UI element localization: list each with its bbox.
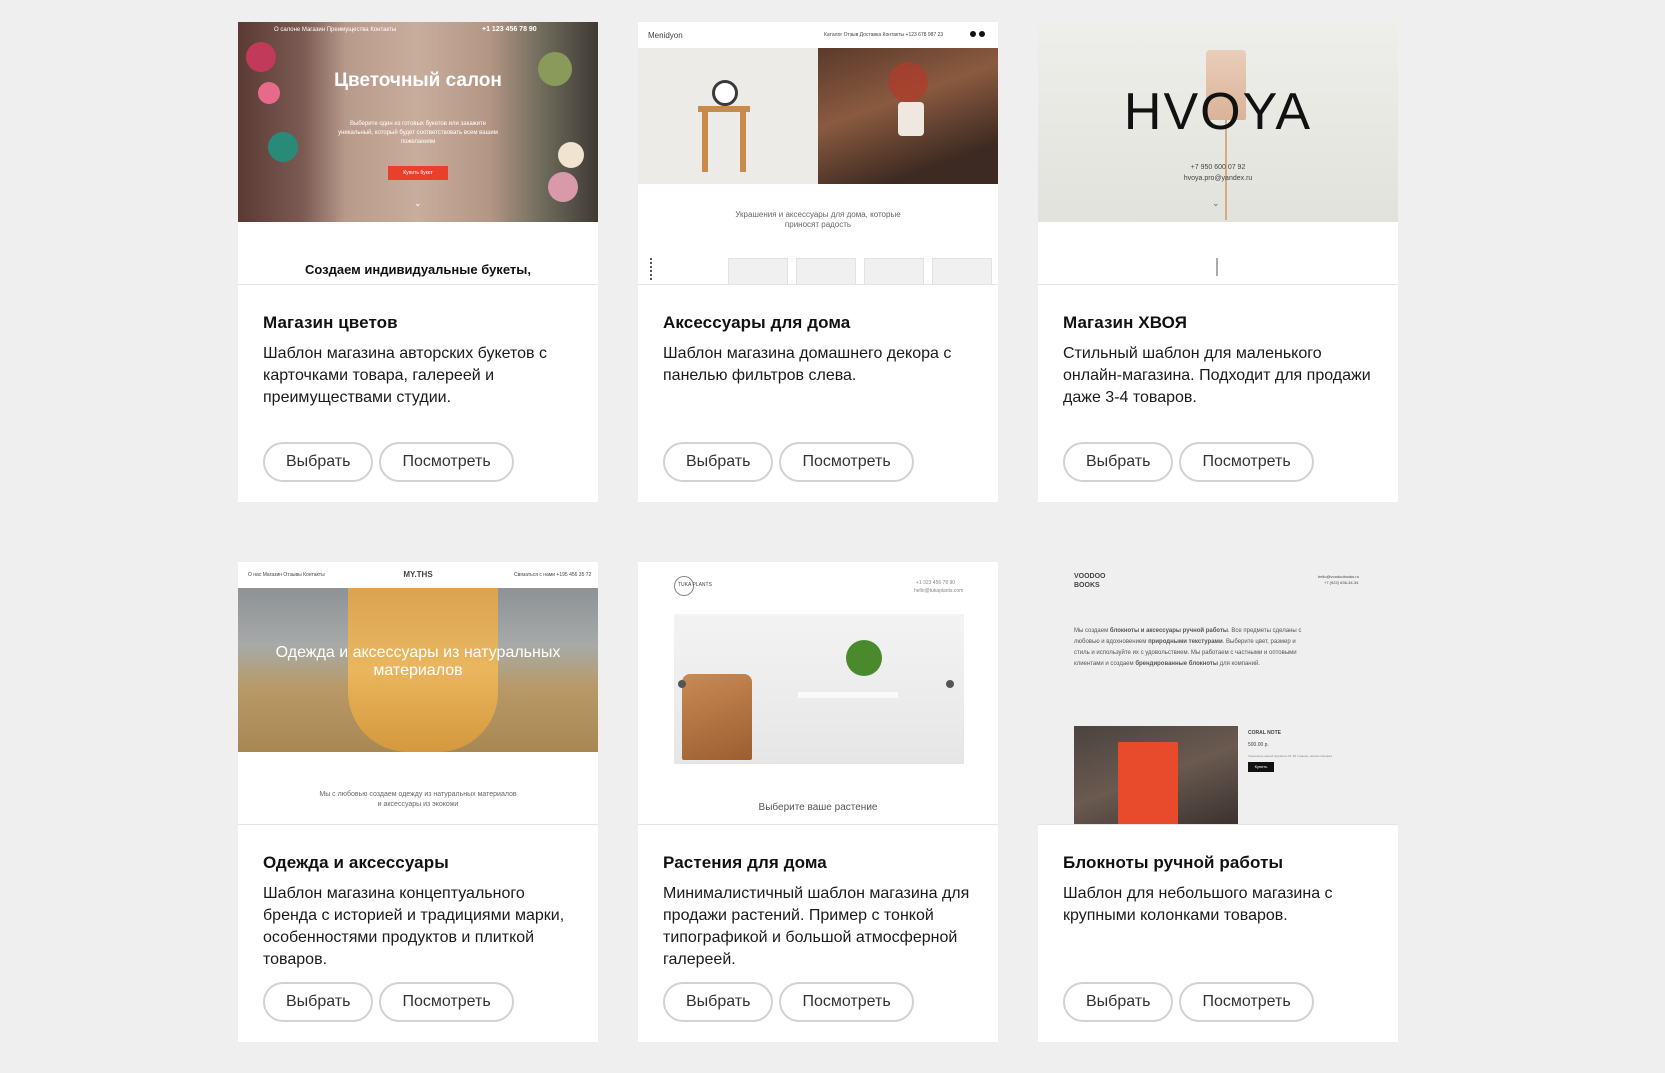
preview-logo: TUKA PLANTS xyxy=(678,582,712,588)
card-description: Шаблон для небольшого магазина с крупным… xyxy=(1063,885,1333,924)
template-preview-clothing[interactable]: О нас Магазин Отзывы Контакты MY.THS Свя… xyxy=(238,562,598,825)
preview-logo: VOODOO BOOKS xyxy=(1074,573,1106,589)
card-description: Шаблон магазина концептуального бренда с… xyxy=(263,885,565,968)
preview-contact: Связаться с нами +195 456 35 72 xyxy=(514,572,592,578)
slider-next-icon xyxy=(946,680,954,688)
template-preview-hvoya[interactable]: HVOYA +7 950 600 07 92 hvoya.pro@yandex.… xyxy=(1038,22,1398,285)
chevron-down-icon: ⌄ xyxy=(1212,198,1220,208)
preview-button[interactable]: Посмотреть xyxy=(779,982,914,1022)
intro-text-bold: блокноты и аксессуары ручной работы xyxy=(1109,628,1229,634)
product-name: CORAL NOTE xyxy=(1248,730,1281,736)
card-description: Стильный шаблон для маленького онлайн-ма… xyxy=(1063,345,1371,406)
preview-hero-title: Цветочный салон xyxy=(334,70,502,91)
card-title: Магазин ХВОЯ xyxy=(1063,313,1188,332)
preview-button[interactable]: Посмотреть xyxy=(1179,442,1314,482)
select-button[interactable]: Выбрать xyxy=(663,982,774,1022)
stool-leg xyxy=(740,112,746,172)
preview-nav: Каталог Отзыв Доставка Контакты +123 678… xyxy=(824,32,944,38)
preview-logo: HVOYA xyxy=(1123,83,1313,141)
preview-button[interactable]: Посмотреть xyxy=(379,982,514,1022)
flower-decor xyxy=(548,172,578,202)
card-description: Шаблон магазина авторских букетов с карт… xyxy=(263,345,547,406)
product-thumb xyxy=(932,258,992,284)
product-price: 500.00 р. xyxy=(1248,742,1269,748)
instagram-icon xyxy=(979,31,985,37)
flower-decor xyxy=(246,42,276,72)
hero-image-left xyxy=(638,48,818,184)
preview-hero-button: Купить букет xyxy=(388,166,448,180)
card-description: Шаблон магазина домашнего декора с панел… xyxy=(663,345,952,384)
preview-caption: Выберите ваше растение xyxy=(758,802,878,813)
pine-icon xyxy=(1216,258,1218,276)
card-title: Магазин цветов xyxy=(263,313,398,332)
select-button[interactable]: Выбрать xyxy=(1063,982,1174,1022)
product-thumb xyxy=(728,258,788,284)
berries-decor xyxy=(888,62,928,102)
vase-decor xyxy=(898,102,924,136)
stool-leg xyxy=(702,112,708,172)
preview-button[interactable]: Посмотреть xyxy=(1179,982,1314,1022)
preview-tagline: Мы с любовью создаем одежду из натуральн… xyxy=(319,791,517,808)
facebook-icon xyxy=(970,31,976,37)
intro-text: Мы создаем xyxy=(1074,628,1110,634)
template-card-plants: TUKA PLANTS +1 323 456 78 90 hello@tukap… xyxy=(638,562,998,1042)
template-preview-flowers[interactable]: О салоне Магазин Преимущества Контакты +… xyxy=(238,22,598,285)
template-card-flowers: О салоне Магазин Преимущества Контакты +… xyxy=(238,22,598,502)
card-title: Одежда и аксессуары xyxy=(263,853,449,872)
intro-text-bold: брендированные блокноты xyxy=(1135,661,1218,667)
intro-text-bold: природными текстурами xyxy=(1148,639,1223,645)
templates-grid: О салоне Магазин Преимущества Контакты +… xyxy=(238,22,1398,1042)
preview-email: hvoya.pro@yandex.ru xyxy=(1183,175,1253,182)
preview-intro: Мы создаем блокноты и аксессуары ручной … xyxy=(1074,626,1304,670)
clock-decor xyxy=(712,80,738,106)
template-preview-home-accessories[interactable]: Menidyon Каталог Отзыв Доставка Контакты… xyxy=(638,22,998,285)
intro-text: для компаний. xyxy=(1217,661,1260,667)
card-title: Растения для дома xyxy=(663,853,827,872)
preview-phone: +1 323 456 78 90 xyxy=(916,580,956,586)
table-decor xyxy=(798,692,898,768)
filter-list xyxy=(650,258,656,280)
select-button[interactable]: Выбрать xyxy=(263,982,374,1022)
preview-button[interactable]: Посмотреть xyxy=(379,442,514,482)
buy-button: Купить xyxy=(1248,762,1274,772)
preview-phone: +7 950 600 07 92 xyxy=(1190,164,1246,171)
chevron-down-icon: ⌄ xyxy=(414,198,422,208)
select-button[interactable]: Выбрать xyxy=(663,442,774,482)
flower-decor xyxy=(558,142,584,168)
preview-email: hello@voodoobooks.ru xyxy=(1318,574,1359,579)
card-title: Блокноты ручной работы xyxy=(1063,853,1284,872)
preview-hero-title: Одежда и аксессуары из натуральных матер… xyxy=(275,644,561,679)
card-description: Минималистичный шаблон магазина для прод… xyxy=(663,885,970,968)
template-card-home-accessories: Menidyon Каталог Отзыв Доставка Контакты… xyxy=(638,22,998,502)
notebook-decor xyxy=(1118,742,1178,824)
product-thumb xyxy=(796,258,856,284)
preview-nav: О салоне Магазин Преимущества Контакты xyxy=(274,27,397,33)
template-card-hvoya: HVOYA +7 950 600 07 92 hvoya.pro@yandex.… xyxy=(1038,22,1398,502)
preview-button[interactable]: Посмотреть xyxy=(779,442,914,482)
slider-prev-icon xyxy=(678,680,686,688)
preview-logo: Menidyon xyxy=(648,31,683,40)
preview-tagline: Украшения и аксессуары для дома, которые… xyxy=(735,210,901,229)
card-title: Аксессуары для дома xyxy=(663,313,851,332)
preview-phone: +1 123 456 78 90 xyxy=(482,26,537,33)
template-preview-notebooks[interactable]: VOODOO BOOKS hello@voodoobooks.ru +7 (92… xyxy=(1038,562,1398,825)
preview-hero-subtitle: Выберите один из готовых букетов или зак… xyxy=(338,121,498,145)
preview-phone: +7 (922) 636-34-34 xyxy=(1324,580,1359,585)
select-button[interactable]: Выбрать xyxy=(263,442,374,482)
template-card-notebooks: VOODOO BOOKS hello@voodoobooks.ru +7 (92… xyxy=(1038,562,1398,1042)
product-desc: Украшение вашей формата A5. 80 страниц, … xyxy=(1248,754,1332,758)
flower-decor xyxy=(268,132,298,162)
product-thumb xyxy=(864,258,924,284)
template-card-clothing: О нас Магазин Отзывы Контакты MY.THS Свя… xyxy=(238,562,598,1042)
preview-email: hello@tukaplants.com xyxy=(914,588,964,594)
chair-decor xyxy=(682,674,752,760)
template-preview-plants[interactable]: TUKA PLANTS +1 323 456 78 90 hello@tukap… xyxy=(638,562,998,825)
select-button[interactable]: Выбрать xyxy=(1063,442,1174,482)
plant-decor xyxy=(846,640,882,676)
preview-heading: Создаем индивидуальные букеты, xyxy=(305,262,531,277)
